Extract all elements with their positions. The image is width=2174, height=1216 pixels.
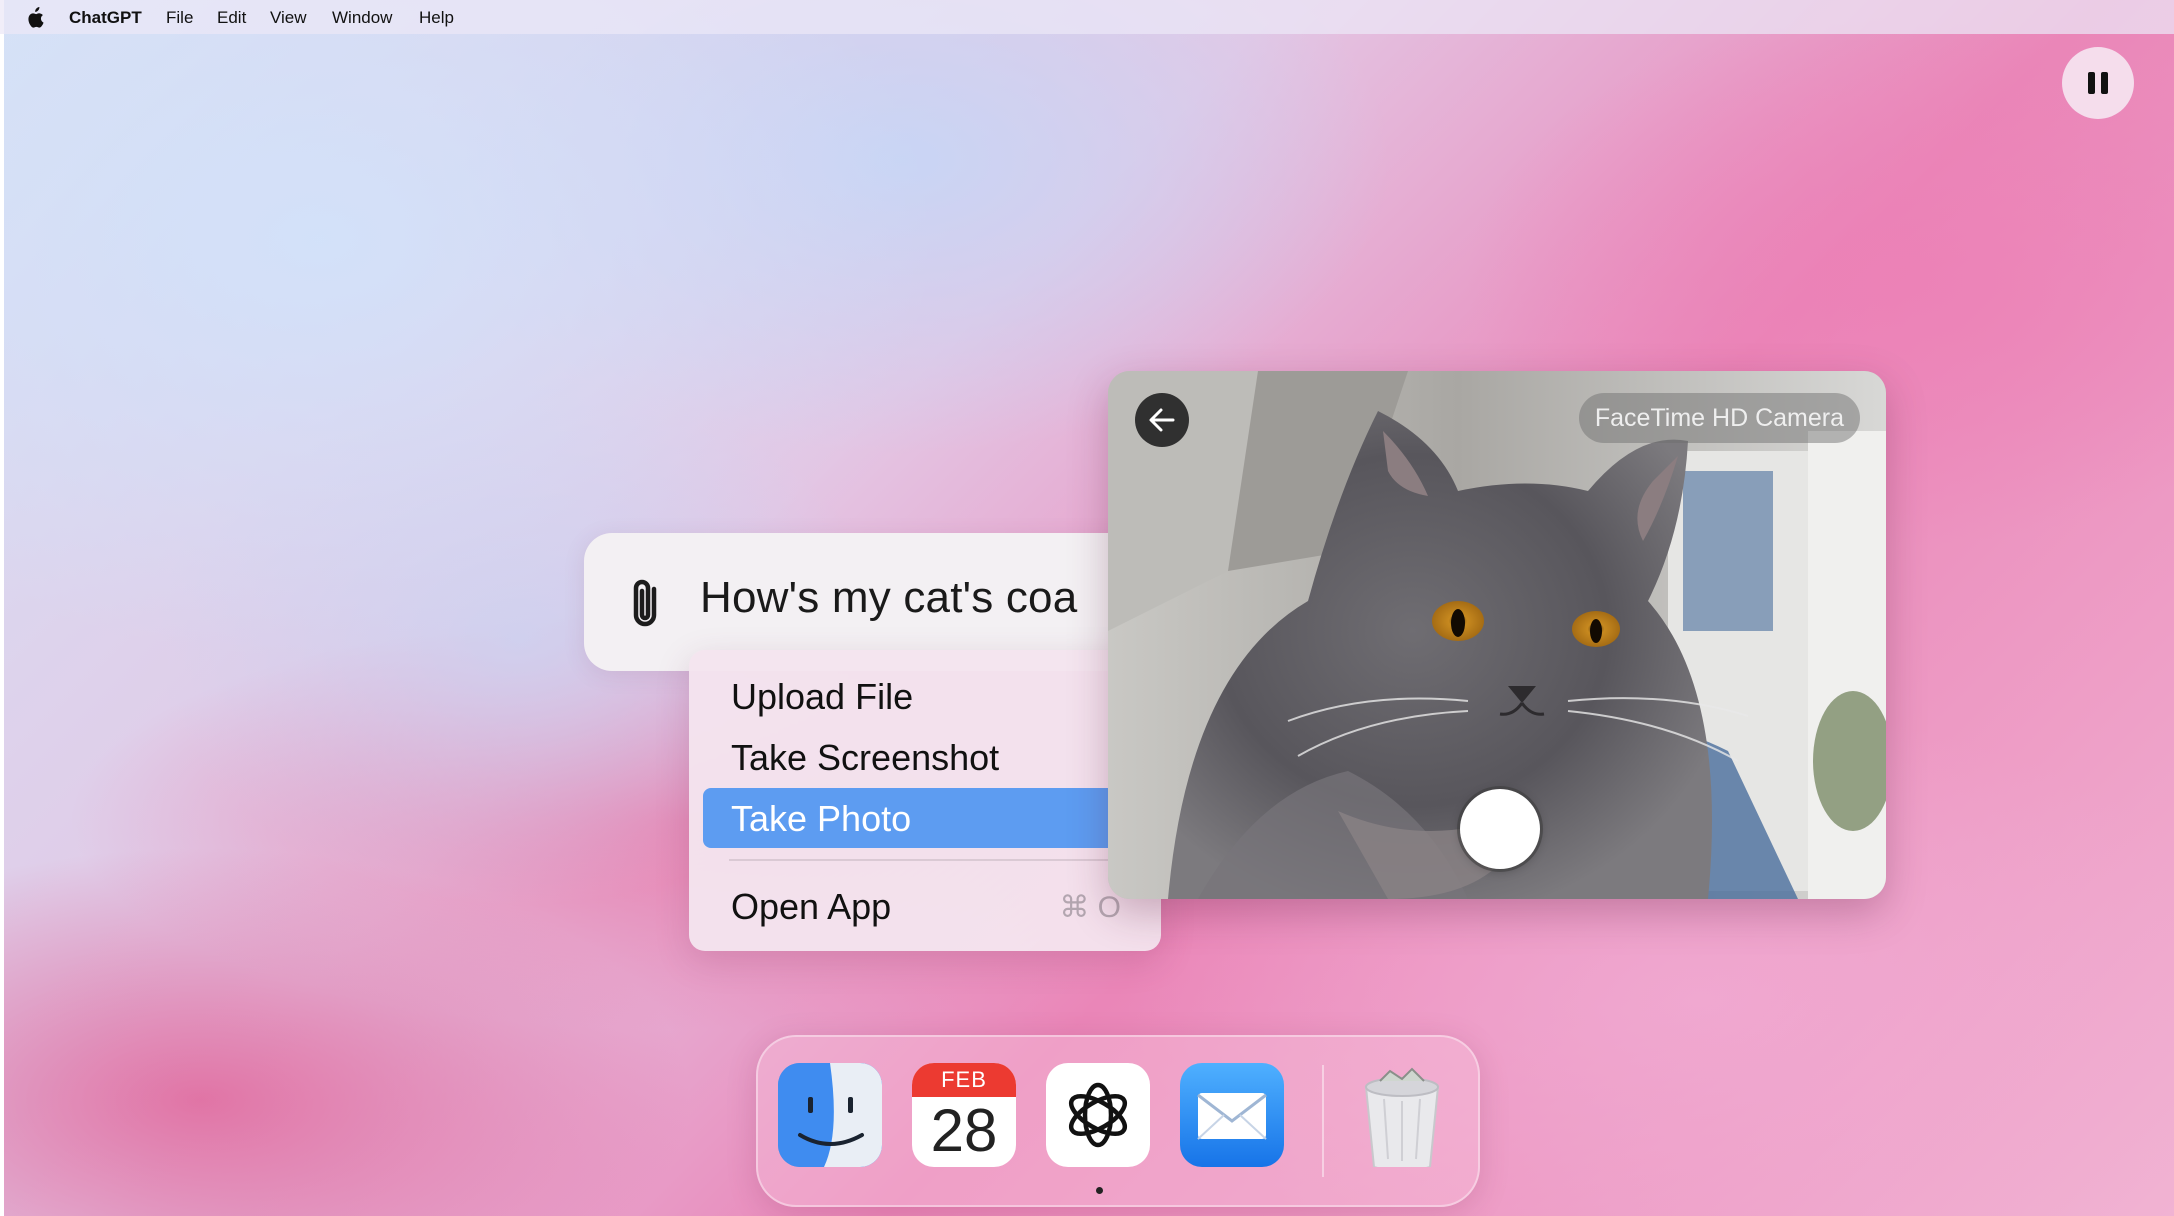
apple-icon[interactable] <box>25 7 45 29</box>
back-button[interactable] <box>1135 393 1189 447</box>
menu-option-take-photo[interactable]: Take Photo <box>703 788 1147 848</box>
trash-icon[interactable] <box>1350 1063 1454 1167</box>
menu-option-label: Take Screenshot <box>731 737 1000 778</box>
calendar-day: 28 <box>930 1097 998 1164</box>
menu-help[interactable]: Help <box>419 0 454 34</box>
screen-edge <box>0 0 4 1216</box>
menu-option-upload-file[interactable]: Upload File <box>703 666 1147 726</box>
menu-option-take-screenshot[interactable]: Take Screenshot <box>703 727 1147 787</box>
camera-source-label[interactable]: FaceTime HD Camera <box>1578 393 1860 443</box>
menu-window[interactable]: Window <box>332 0 392 34</box>
prompt-input-text[interactable]: How's my cat's coa <box>700 573 1077 623</box>
chatgpt-icon[interactable] <box>1046 1063 1150 1167</box>
camera-preview-window: FaceTime HD Camera <box>1108 371 1886 899</box>
envelope-graphic <box>1197 1093 1267 1140</box>
dock: FEB 28 <box>756 1035 1480 1207</box>
menu-bar: ChatGPT File Edit View Window Help <box>0 0 2174 34</box>
running-indicator <box>1096 1187 1103 1194</box>
dock-divider <box>1322 1065 1324 1177</box>
attach-menu: Upload File Take Screenshot Take Photo O… <box>689 650 1161 951</box>
pause-button[interactable] <box>2062 47 2134 119</box>
finder-icon[interactable] <box>778 1063 882 1167</box>
menu-option-label: Open App <box>731 886 892 927</box>
pause-icon-bar <box>2101 72 2108 94</box>
chatgpt-logo <box>1068 1082 1128 1148</box>
menu-view[interactable]: View <box>270 0 307 34</box>
menu-file[interactable]: File <box>166 0 193 34</box>
shutter-button[interactable] <box>1460 789 1540 869</box>
menu-option-open-app[interactable]: Open App ⌘ O <box>703 876 1147 936</box>
arrow-left-icon <box>1149 408 1175 432</box>
menu-edit[interactable]: Edit <box>217 0 246 34</box>
menu-option-label: Upload File <box>731 676 914 717</box>
trash-can-graphic <box>1364 1067 1440 1167</box>
calendar-month: FEB <box>912 1063 1016 1097</box>
pause-icon <box>2088 72 2095 94</box>
paperclip-icon[interactable] <box>624 575 670 633</box>
menu-separator <box>729 859 1147 861</box>
menu-app-chatgpt[interactable]: ChatGPT <box>69 0 142 34</box>
menu-option-label: Take Photo <box>731 798 912 839</box>
mail-icon[interactable] <box>1180 1063 1284 1167</box>
finder-face-graphic <box>778 1063 882 1167</box>
calendar-icon[interactable]: FEB 28 <box>912 1063 1016 1167</box>
